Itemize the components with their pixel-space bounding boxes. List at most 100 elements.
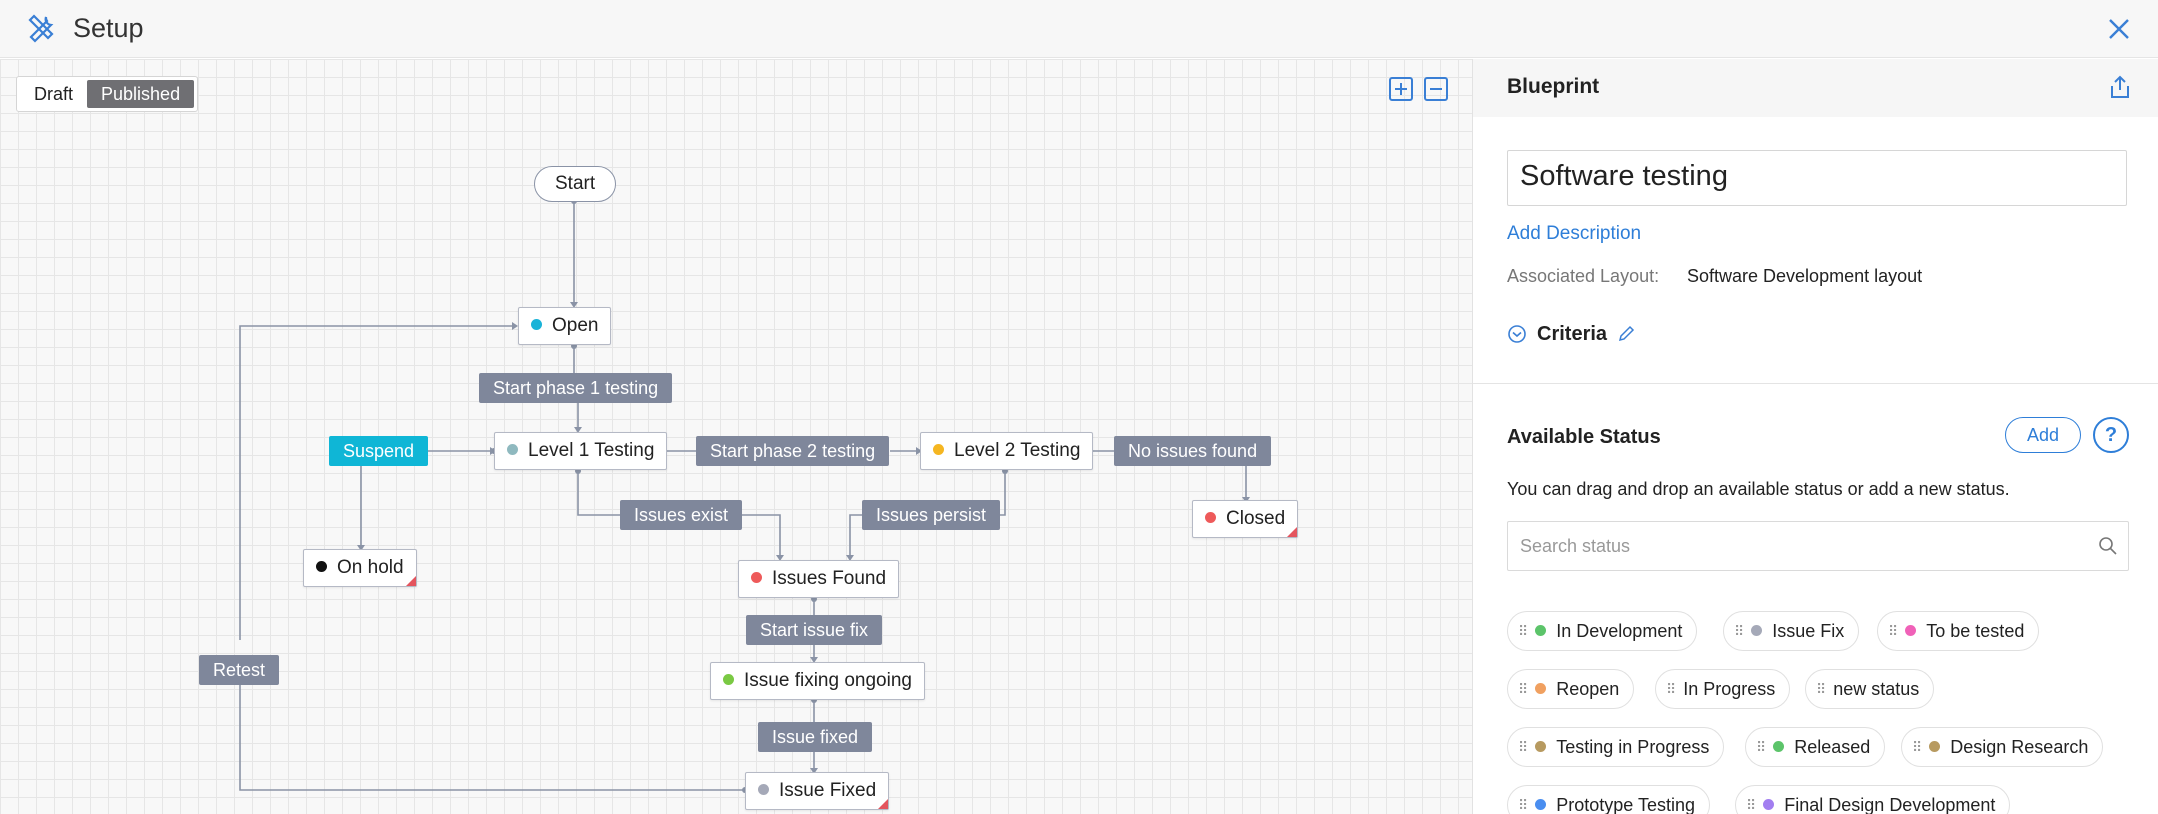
pencil-icon[interactable] [1617,325,1635,343]
drag-handle-icon: ⠿ [1518,623,1528,639]
status-search [1507,521,2129,571]
status-dot [1773,741,1785,752]
transition-suspend[interactable]: Suspend [329,436,429,466]
status-dot [1205,512,1216,523]
status-chip[interactable]: ⠿ In Development [1507,611,1698,651]
add-status-button[interactable]: Add [2005,417,2081,453]
end-state-marker [405,576,416,586]
add-description-link[interactable]: Add Description [1507,223,1641,245]
status-chip-label: Testing in Progress [1556,737,1710,757]
status-dot [1535,625,1547,636]
drag-handle-icon: ⠿ [1816,681,1826,697]
state-label: Closed [1226,508,1286,529]
transition-retest[interactable]: Retest [199,655,280,685]
transition-start-phase-1[interactable]: Start phase 1 testing [479,373,673,403]
status-chip-label: Prototype Testing [1556,795,1696,814]
drag-handle-icon: ⠿ [1666,681,1676,697]
blueprint-name-input[interactable]: Software testing [1507,150,2127,206]
status-dot [1535,683,1547,694]
available-status-title: Available Status [1507,426,1661,448]
close-icon[interactable] [2104,14,2134,44]
transition-start-phase-2[interactable]: Start phase 2 testing [696,436,890,466]
status-chip[interactable]: ⠿ Final Design Development [1735,785,2011,814]
section-divider [1473,383,2158,384]
drag-handle-icon: ⠿ [1518,739,1528,755]
transition-issues-exist[interactable]: Issues exist [620,500,743,530]
help-icon[interactable]: ? [2093,417,2129,453]
status-dot [1929,741,1941,752]
transition-start-issue-fix[interactable]: Start issue fix [746,615,883,645]
status-chip-label: In Development [1556,621,1683,641]
end-state-marker [878,799,889,809]
status-chip[interactable]: ⠿ In Progress [1655,669,1791,709]
search-icon[interactable] [2098,536,2118,556]
drag-handle-icon: ⠿ [1734,623,1744,639]
status-chip[interactable]: ⠿ Reopen [1507,669,1635,709]
status-chip-label: Reopen [1556,679,1620,699]
transition-issue-fixed[interactable]: Issue fixed [758,722,873,752]
status-dot [751,572,762,583]
page-title: Setup [73,13,144,43]
status-chip-label: Final Design Development [1784,795,1996,814]
associated-layout-value: Software Development layout [1687,266,1923,286]
status-dot [1535,799,1547,810]
blueprint-panel: Blueprint Software testing Add Descripti… [1472,59,2158,814]
status-chip[interactable]: ⠿ Released [1745,727,1886,767]
state-label: Issue fixing ongoing [744,670,912,691]
state-label: Level 2 Testing [954,440,1081,461]
drag-handle-icon: ⠿ [1912,739,1922,755]
status-chip-label: In Progress [1683,679,1776,699]
status-dot [758,784,769,795]
state-level-2-testing[interactable]: Level 2 Testing [920,432,1094,470]
criteria-label: Criteria [1537,322,1608,345]
top-bar: Setup [0,0,2158,58]
criteria-toggle[interactable]: Criteria [1507,321,1635,347]
state-issue-fixed[interactable]: Issue Fixed [745,772,890,810]
status-dot [507,444,518,455]
status-chip-label: new status [1833,679,1920,699]
tools-icon [28,14,54,43]
share-icon[interactable] [2108,74,2132,100]
state-on-hold[interactable]: On hold [303,549,417,587]
status-chip[interactable]: ⠿ Testing in Progress [1507,727,1725,767]
state-label: Issue Fixed [779,780,877,801]
transition-issues-persist[interactable]: Issues persist [862,500,1001,530]
status-dot [723,674,734,685]
state-closed[interactable]: Closed [1192,500,1299,538]
status-chip[interactable]: ⠿ Design Research [1901,727,2104,767]
status-dot [933,444,944,455]
search-status-input[interactable] [1508,522,2068,570]
state-open[interactable]: Open [518,307,612,345]
status-dot [1763,799,1775,810]
status-chip[interactable]: ⠿ Issue Fix [1723,611,1860,651]
state-issue-fixing-ongoing[interactable]: Issue fixing ongoing [710,662,925,700]
drag-handle-icon: ⠿ [1888,623,1898,639]
state-label: On hold [337,557,404,578]
state-level-1-testing[interactable]: Level 1 Testing [494,432,668,470]
end-state-marker [1287,527,1298,537]
status-chip[interactable]: ⠿ To be tested [1877,611,2040,651]
drag-handle-icon: ⠿ [1518,681,1528,697]
status-dot [531,319,542,330]
transition-no-issues-found[interactable]: No issues found [1114,436,1272,466]
associated-layout-label: Associated Layout: [1507,266,1660,286]
status-chip-label: Issue Fix [1772,621,1845,641]
panel-header: Blueprint [1473,59,2158,117]
status-chip-label: Design Research [1950,737,2089,757]
panel-title: Blueprint [1507,75,1600,98]
status-chip-label: To be tested [1926,621,2025,641]
status-chip[interactable]: ⠿ Prototype Testing [1507,785,1711,814]
drag-handle-icon: ⠿ [1756,739,1766,755]
chevron-down-circle-icon [1508,325,1526,343]
blueprint-canvas[interactable]: Draft Published Start Open Level 1 Testi… [0,59,1472,814]
state-issues-found[interactable]: Issues Found [738,560,900,598]
start-node[interactable]: Start [534,166,617,202]
available-status-description: You can drag and drop an available statu… [1507,479,2010,499]
drag-handle-icon: ⠿ [1518,797,1528,813]
status-chip[interactable]: ⠿ new status [1805,669,1935,709]
status-dot [1535,741,1547,752]
drag-handle-icon: ⠿ [1746,797,1756,813]
status-chip-label: Released [1794,737,1871,757]
state-label: Issues Found [772,568,887,589]
status-dot [316,561,327,572]
